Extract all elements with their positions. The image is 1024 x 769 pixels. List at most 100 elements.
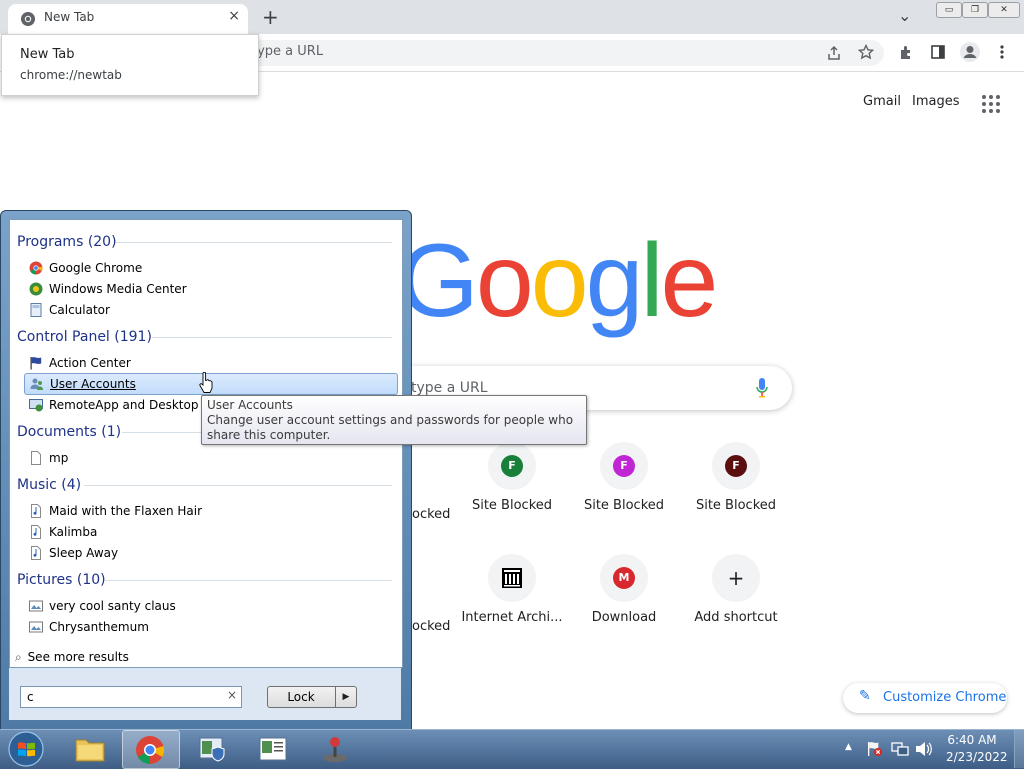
result-label: Windows Media Center [49, 282, 187, 296]
share-icon[interactable] [826, 45, 842, 61]
lock-label: Lock [287, 690, 315, 704]
logo-letter: o [475, 223, 534, 339]
shortcut-site-blocked-2[interactable]: F Site Blocked [568, 442, 680, 542]
tab-hover-url: chrome://newtab [20, 68, 122, 82]
ntp-search-placeholder: type a URL [411, 380, 488, 396]
shortcut-label: Site Blocked [695, 498, 777, 513]
result-music-1[interactable]: Maid with the Flaxen Hair [24, 501, 396, 521]
result-music-3[interactable]: Sleep Away [24, 543, 396, 563]
clock-date[interactable]: 2/23/2022 [946, 750, 1008, 764]
users-icon [30, 378, 43, 390]
gmail-link[interactable]: Gmail [863, 94, 901, 109]
shutdown-options-arrow[interactable]: ▶ [335, 687, 356, 707]
images-link[interactable]: Images [912, 94, 960, 109]
document-icon [31, 451, 41, 465]
logo-letter: l [640, 223, 663, 339]
logo-letter: o [530, 223, 589, 339]
minimize-button[interactable]: ▭ [936, 2, 962, 18]
document-window-icon [259, 737, 287, 761]
shortcut-download[interactable]: M Download [568, 554, 680, 654]
result-label: Google Chrome [49, 261, 143, 275]
shortcut-label: Site Blocked [471, 498, 553, 513]
tab-title: New Tab [44, 10, 95, 24]
pencil-icon: ✎ [859, 688, 871, 704]
taskbar-chrome[interactable] [122, 730, 180, 769]
clear-search-button[interactable]: × [227, 688, 237, 702]
taskbar-security-app[interactable] [186, 730, 242, 767]
start-search-box[interactable]: × [20, 686, 242, 708]
show-desktop-button[interactable] [1014, 730, 1024, 768]
result-music-2[interactable]: Kalimba [24, 522, 396, 542]
user-accounts-tooltip: User Accounts Change user account settin… [201, 395, 587, 445]
result-picture-1[interactable]: very cool santy claus [24, 596, 396, 616]
microphone-icon[interactable] [756, 378, 768, 398]
flag-icon [30, 357, 42, 370]
start-search-input[interactable] [25, 688, 219, 706]
site-blocked-icon: F [725, 455, 747, 477]
shield-window-icon [199, 737, 225, 762]
result-action-center[interactable]: Action Center [24, 353, 396, 373]
see-more-results-link[interactable]: ⌕ See more results [15, 650, 129, 665]
result-document-mp[interactable]: mp [24, 448, 396, 468]
menu-kebab-icon[interactable] [996, 44, 1008, 60]
shortcut-internet-archive[interactable]: Internet Archi... [456, 554, 568, 654]
side-panel-icon[interactable] [930, 44, 946, 60]
folder-icon [75, 739, 105, 762]
shortcut-favicon-circle: M [600, 554, 648, 602]
network-icon[interactable] [891, 740, 909, 758]
group-programs: Programs (20) [17, 234, 117, 250]
tooltip-description: Change user account settings and passwor… [207, 413, 574, 442]
shortcut-label: Internet Archi... [461, 610, 563, 625]
taskbar-game-app[interactable] [308, 730, 364, 767]
lock-button[interactable]: Lock ▶ [267, 686, 357, 708]
shortcut-partial-label: ocked [412, 507, 451, 522]
result-windows-media-center[interactable]: Windows Media Center [24, 279, 396, 299]
result-calculator[interactable]: Calculator [24, 300, 396, 320]
see-more-label: See more results [27, 650, 129, 664]
result-google-chrome[interactable]: Google Chrome [24, 258, 396, 278]
hand-cursor-icon [199, 372, 213, 393]
tab-close-button[interactable]: × [228, 8, 240, 24]
google-apps-icon[interactable] [982, 95, 1000, 113]
group-documents: Documents (1) [17, 424, 122, 440]
bookmark-star-icon[interactable] [858, 44, 874, 60]
google-logo: Google [398, 222, 718, 341]
music-file-icon [31, 525, 41, 539]
taskbar-explorer[interactable] [62, 730, 118, 767]
site-blocked-icon: F [501, 455, 523, 477]
group-control-panel: Control Panel (191) [17, 329, 152, 345]
start-orb-icon[interactable] [7, 730, 45, 768]
tab-new-tab[interactable]: New Tab × [8, 4, 248, 34]
divider [104, 580, 392, 581]
result-label: Action Center [49, 356, 131, 370]
result-label: User Accounts [50, 377, 136, 391]
logo-letter: g [585, 223, 644, 339]
media-center-icon [29, 282, 43, 296]
close-window-button[interactable]: ✕ [988, 2, 1020, 18]
profile-avatar[interactable] [959, 41, 981, 63]
tray-overflow-arrow[interactable]: ▲ [845, 742, 852, 752]
customize-chrome-button[interactable]: ✎ Customize Chrome [843, 683, 1007, 713]
shortcut-site-blocked-3[interactable]: F Site Blocked [680, 442, 792, 542]
omnibox[interactable] [230, 40, 884, 66]
shortcut-favicon-circle: F [712, 442, 760, 490]
result-picture-2[interactable]: Chrysanthemum [24, 617, 396, 637]
tab-hover-card: New Tab chrome://newtab [1, 34, 259, 96]
action-center-flag-icon[interactable] [866, 740, 884, 758]
volume-icon[interactable] [914, 740, 932, 758]
shortcut-add[interactable]: + Add shortcut [680, 554, 792, 654]
restore-button[interactable]: ❐ [962, 2, 988, 18]
taskbar-document-app[interactable] [246, 730, 302, 767]
group-music: Music (4) [17, 477, 82, 493]
shortcut-site-blocked-1[interactable]: F Site Blocked [456, 442, 568, 542]
shortcut-label: Site Blocked [583, 498, 665, 513]
result-label: Kalimba [49, 525, 98, 539]
new-tab-button[interactable]: + [262, 5, 279, 29]
plus-icon: + [727, 566, 745, 590]
clock-time[interactable]: 6:40 AM [946, 733, 998, 747]
picture-icon [29, 621, 43, 633]
result-label: RemoteApp and Desktop Co [49, 398, 218, 412]
tab-search-button[interactable]: ⌄ [898, 6, 911, 25]
extensions-icon[interactable] [898, 44, 914, 60]
tooltip-title: User Accounts [207, 398, 293, 412]
